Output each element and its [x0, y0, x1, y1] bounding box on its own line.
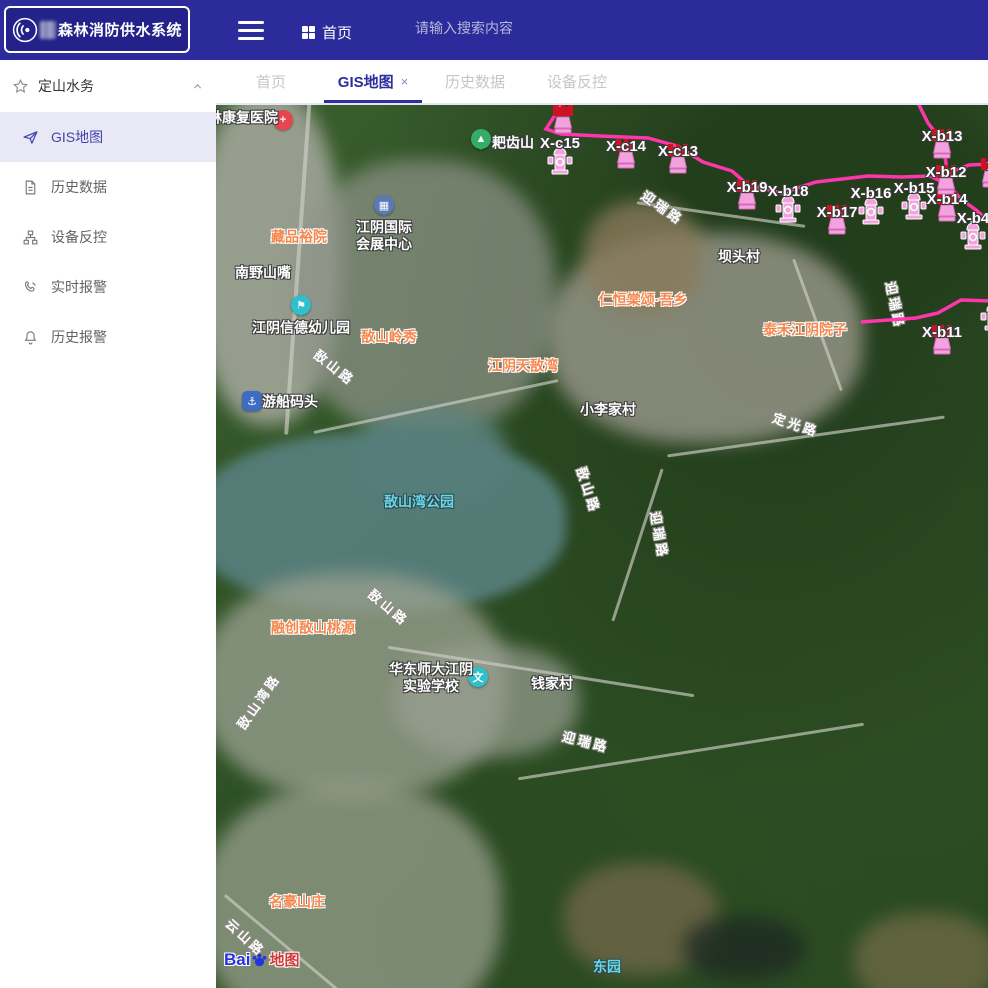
poi-label: 东园	[593, 959, 621, 976]
hydrant-label: X-b4	[957, 210, 988, 227]
search-input[interactable]	[415, 20, 635, 36]
hydrant-normal-icon	[980, 300, 988, 338]
poi-pin-icon: ▲	[471, 129, 491, 149]
sidebar-item-label: 设备反控	[51, 227, 107, 247]
baidu-logo-text: Bai	[224, 950, 250, 970]
tab-label: 设备反控	[547, 71, 607, 92]
menu-toggle-icon[interactable]	[238, 21, 264, 40]
sidebar-item-device-control[interactable]: 设备反控	[0, 212, 216, 262]
poi-label: 江阴天敔湾	[488, 358, 558, 375]
redacted-prefix	[40, 21, 56, 39]
grid-icon	[302, 26, 315, 39]
sitemap-icon	[22, 229, 39, 246]
poi-label: 泰禾江阴院子	[763, 322, 847, 339]
poi-label: 江阴信德幼儿园	[252, 320, 350, 337]
star-icon	[12, 78, 29, 95]
hydrant-label: X-b11	[922, 324, 962, 341]
poi-label: 坝头村	[718, 249, 760, 266]
app-logo: 森林消防供水系统	[4, 6, 190, 53]
tab-label: GIS地图	[338, 71, 394, 92]
phone-icon	[22, 279, 39, 296]
poi-label: 名豪山庄	[269, 894, 325, 911]
pin-glyph: ▦	[379, 199, 389, 212]
sidebar: 定山水务 GIS地图 历史数据 设备反控 实时报警 历史报警	[0, 60, 216, 988]
poi-label: 南野山嘴	[235, 265, 291, 282]
device-markers-layer: X-c15	[216, 105, 988, 988]
close-icon[interactable]: ×	[401, 74, 409, 89]
sonar-logo-icon	[12, 17, 38, 43]
hydrant-label: X-b19	[727, 179, 768, 196]
poi-label: 耙齿山	[492, 135, 534, 152]
tab-history-data[interactable]: 历史数据	[424, 60, 526, 103]
pin-glyph: ▲	[476, 133, 487, 145]
hydrant-label: X-b13	[922, 128, 963, 145]
baidu-paw-icon	[251, 952, 268, 967]
nav-home[interactable]: 首页	[302, 22, 352, 43]
tab-label: 首页	[256, 71, 286, 92]
nav-home-label: 首页	[322, 22, 352, 43]
tab-device-control[interactable]: 设备反控	[526, 60, 628, 103]
poi-pin-icon: ⚑	[291, 295, 311, 315]
bell-icon	[22, 329, 39, 346]
hydrant-label: X-b18	[768, 183, 809, 200]
poi-label: 小李家村	[580, 402, 636, 419]
poi-pin-icon: ▦	[374, 195, 394, 215]
poi-label: 融创敔山桃源	[271, 620, 355, 637]
hydrant-label: X-c15	[540, 135, 580, 152]
pin-glyph: ⚑	[296, 299, 306, 312]
hydrant-label: X-c14	[606, 138, 646, 155]
sidebar-group-label: 定山水务	[38, 76, 191, 96]
sidebar-item-history-data[interactable]: 历史数据	[0, 162, 216, 212]
sidebar-item-label: 历史数据	[51, 177, 107, 197]
pin-glyph: +	[280, 114, 286, 126]
sidebar-item-history-alarm[interactable]: 历史报警	[0, 312, 216, 362]
poi-label: 华东师大江阴 实验学校	[389, 661, 473, 695]
sidebar-item-gis-map[interactable]: GIS地图	[0, 112, 216, 162]
chevron-up-icon	[191, 80, 204, 93]
hydrant-label: X-b17	[817, 204, 858, 221]
tab-gis-map[interactable]: GIS地图 ×	[322, 60, 424, 103]
hydrant-label: X-b16	[851, 185, 892, 202]
hydrant-label: X-c13	[658, 143, 698, 160]
send-icon	[22, 129, 39, 146]
top-navbar: 森林消防供水系统 首页	[0, 0, 988, 60]
poi-label: 藏品裕院	[271, 229, 327, 246]
poi-label: 游船码头	[262, 394, 318, 411]
app-title: 森林消防供水系统	[58, 19, 182, 40]
hydrant-alarm-icon	[550, 105, 576, 139]
sidebar-item-label: 历史报警	[51, 327, 107, 347]
poi-label: 仁恒棠颂·吾乡	[599, 292, 688, 309]
sidebar-group-dingshan[interactable]: 定山水务	[0, 60, 216, 112]
pin-glyph: 文	[473, 669, 484, 685]
pin-glyph: ⚓	[247, 395, 257, 408]
poi-label: 江阴国际 会展中心	[356, 219, 412, 253]
sidebar-item-label: GIS地图	[51, 127, 103, 147]
baidu-map-text: 地图	[269, 949, 299, 970]
tab-label: 历史数据	[445, 71, 505, 92]
tab-home[interactable]: 首页	[220, 60, 322, 103]
gis-satellite-map[interactable]: 敔山路迎瑞路迎瑞路定光路敔山路迎瑞路敔山路敔山湾路迎瑞路云山路 +▲▦⚑⚓文 林…	[216, 105, 988, 988]
poi-label: 敔山岭秀	[361, 329, 417, 346]
sidebar-item-realtime-alarm[interactable]: 实时报警	[0, 262, 216, 312]
poi-label: 钱家村	[531, 676, 573, 693]
poi-pin-icon: ⚓	[242, 391, 262, 411]
poi-label: 林康复医院	[216, 110, 278, 127]
poi-label: 敔山湾公园	[384, 494, 454, 511]
sidebar-item-label: 实时报警	[51, 277, 107, 297]
tab-bar: 首页 GIS地图 × 历史数据 设备反控	[216, 60, 988, 105]
hydrant-label: X-b12	[926, 164, 967, 181]
document-icon	[22, 179, 39, 196]
baidu-map-attribution: Bai 地图	[224, 949, 299, 970]
